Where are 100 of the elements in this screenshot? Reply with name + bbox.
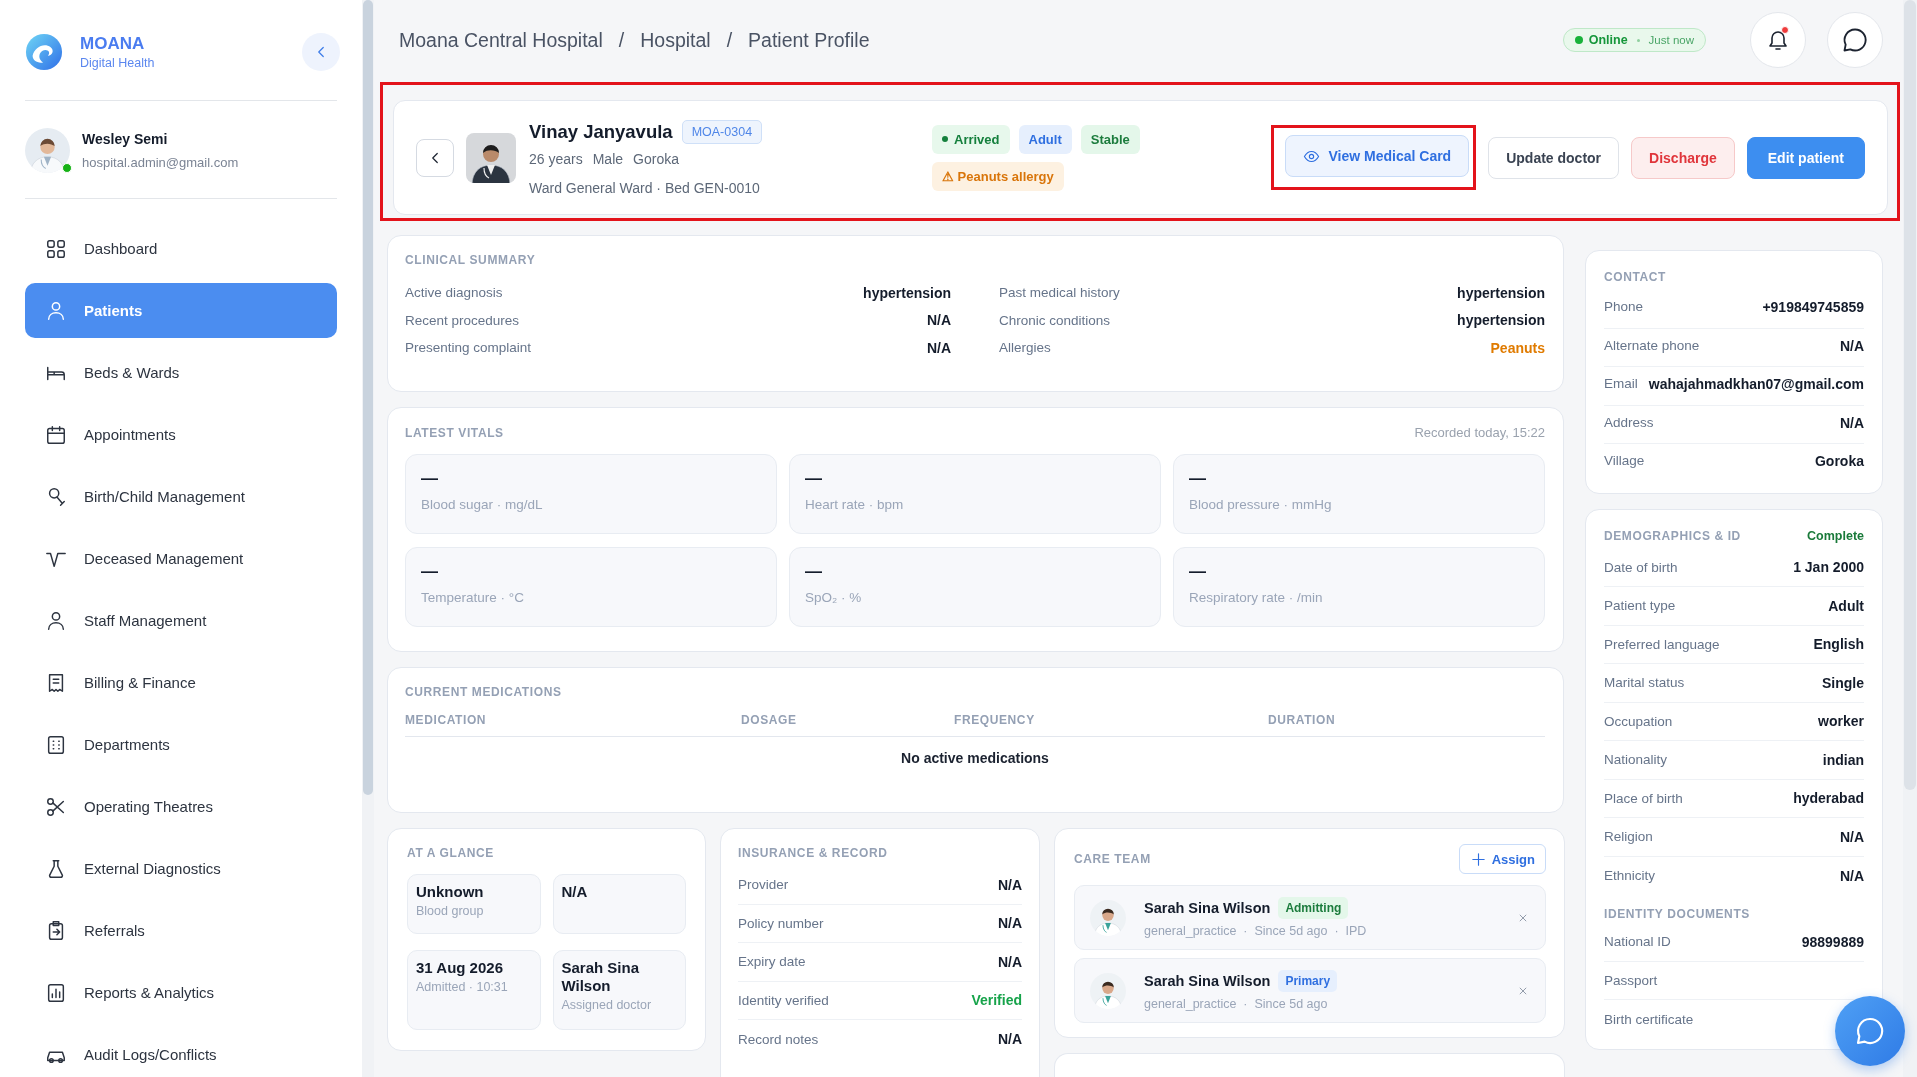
tag-label: ⚠ Peanuts allergy [942, 168, 1054, 184]
role-tag: Primary [1278, 970, 1338, 992]
field-value: indian [1822, 751, 1864, 768]
tag-label: Adult [1028, 131, 1062, 147]
field-label: Place of birth [1604, 790, 1683, 806]
chat-icon [1854, 1015, 1886, 1047]
field-value: wahajahmadkhan07@gmail.com [1648, 376, 1864, 392]
nav-item[interactable]: Appointments [25, 407, 337, 462]
column-header: DOSAGE [741, 713, 798, 727]
field-value: N/A [926, 312, 951, 329]
field-label: Identity verified [738, 992, 829, 1008]
section-title: AT A GLANCE [407, 846, 495, 860]
assign-button[interactable]: Assign [1458, 844, 1546, 874]
vital-value: — [421, 562, 439, 582]
field-value: Goroka [1815, 453, 1864, 469]
field-value: N/A [1839, 867, 1864, 884]
vital-value: — [805, 562, 823, 582]
scissors-icon [45, 795, 67, 818]
member-name: Sarah Sina Wilson [1144, 900, 1271, 916]
field-label: Presenting complaint [405, 340, 532, 356]
vital-value: — [1189, 469, 1207, 489]
bell-icon [1766, 28, 1790, 52]
breadcrumb-item[interactable]: Moana Central Hospital [399, 28, 603, 52]
field-label: Patient type [1604, 598, 1676, 614]
field-label: Past medical history [999, 285, 1120, 301]
section-title: DEMOGRAPHICS & ID [1604, 528, 1741, 543]
nav-item[interactable]: Deceased Management [25, 531, 337, 586]
nav-item[interactable]: Referrals [25, 903, 337, 958]
grid-icon [45, 237, 67, 260]
chart-icon [45, 981, 67, 1004]
user-name: Wesley Semi [82, 131, 169, 147]
glance-value: 31 Aug 2026 [416, 959, 504, 977]
member-meta: general_practice · Since 5d ago [1144, 997, 1329, 1011]
vital-value: — [421, 469, 439, 489]
section-title: CONTACT [1604, 270, 1666, 284]
action-button[interactable]: Update doctor [1488, 136, 1620, 179]
person-icon [45, 609, 67, 632]
nav-item[interactable]: Audit Logs/Conflicts [25, 1027, 337, 1077]
section-title: IDENTITY DOCUMENTS [1604, 907, 1751, 921]
field-value: N/A [997, 915, 1022, 932]
field-value: worker [1818, 713, 1864, 730]
field-value: N/A [997, 953, 1022, 970]
breadcrumb-separator: / [726, 28, 733, 52]
field-label: Religion [1604, 829, 1653, 845]
field-label: Expiry date [738, 954, 806, 970]
section-title: CLINICAL SUMMARY [405, 253, 537, 267]
field-label: Alternate phone [1604, 337, 1700, 353]
nav-item[interactable]: Beds & Wards [25, 345, 337, 400]
field-value: hypertension [1457, 284, 1545, 301]
field-label: Village [1604, 453, 1645, 468]
field-label: National ID [1604, 934, 1671, 950]
field-value: N/A [1839, 337, 1864, 354]
field-value: 1 Jan 2000 [1793, 559, 1864, 576]
nav-item[interactable]: Operating Theatres [25, 779, 337, 834]
nav-item[interactable]: Staff Management [25, 593, 337, 648]
glance-value: N/A [561, 883, 589, 901]
glance-value: Unknown [416, 883, 485, 901]
field-value: N/A [926, 339, 951, 356]
back-button[interactable] [416, 138, 454, 177]
user-email: hospital.admin@gmail.com [82, 155, 239, 170]
column-header: FREQUENCY [954, 713, 1036, 727]
nav-item[interactable]: Billing & Finance [25, 655, 337, 710]
messages-button[interactable] [1827, 12, 1883, 68]
nav-item[interactable]: Departments [25, 717, 337, 772]
patient-location: Ward General Ward · Bed GEN-0010 [529, 179, 761, 196]
chat-icon [1841, 26, 1869, 54]
field-label: Provider [738, 877, 789, 893]
member-name: Sarah Sina Wilson [1144, 973, 1271, 989]
vital-value: — [805, 469, 823, 489]
tag-label: Stable [1090, 131, 1130, 147]
nav-item[interactable]: Dashboard [25, 221, 337, 276]
field-label: Address [1604, 414, 1654, 430]
chat-button[interactable] [1835, 996, 1905, 1066]
patient-detail: 26 years [529, 150, 583, 167]
field-label: Ethnicity [1604, 868, 1656, 884]
glance-label: Admitted · 10:31 [416, 980, 509, 994]
field-label: Recent procedures [405, 312, 520, 328]
breadcrumb-item[interactable]: Patient Profile [748, 28, 870, 52]
field-label: Record notes [738, 1031, 819, 1047]
action-button[interactable]: Discharge [1631, 136, 1735, 179]
nav-item[interactable]: Reports & Analytics [25, 965, 337, 1020]
status-label: Online [1588, 33, 1628, 47]
field-value: hyderabad [1793, 790, 1864, 807]
field-value: N/A [1839, 414, 1864, 431]
section-title: CURRENT MEDICATIONS [405, 685, 563, 699]
building-icon [45, 733, 67, 756]
field-label: Active diagnosis [405, 285, 503, 301]
nav-item[interactable]: Birth/Child Management [25, 469, 337, 524]
field-label: Phone [1604, 299, 1644, 314]
field-label: Chronic conditions [999, 312, 1111, 328]
field-label: Birth certificate [1604, 1011, 1694, 1027]
action-button[interactable]: View Medical Card [1285, 135, 1470, 177]
field-value: Single [1822, 674, 1864, 691]
notifications-button[interactable] [1750, 12, 1806, 68]
field-value: Adult [1828, 597, 1864, 614]
vital-label: SpO₂ · % [805, 590, 863, 605]
nav-item[interactable]: External Diagnostics [25, 841, 337, 896]
breadcrumb-item[interactable]: Hospital [640, 28, 711, 52]
status-dot [1574, 36, 1583, 44]
section-title: LATEST VITALS [405, 425, 504, 440]
